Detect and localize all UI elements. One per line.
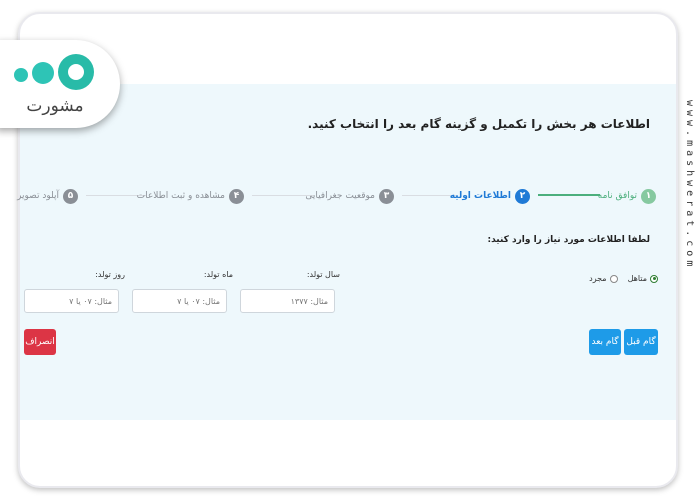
birth-year-label: سال تولد:: [306, 270, 340, 279]
step-number: ۳: [379, 188, 394, 204]
step-review[interactable]: ۴ مشاهده و ثبت اطلاعات: [137, 186, 244, 206]
step-label: آپلود تصویر: [17, 191, 59, 201]
radio-married[interactable]: متاهل: [628, 274, 658, 283]
logo-dot-small: [14, 68, 28, 82]
logo-text: مشورت: [26, 96, 84, 116]
step-number: ۴: [229, 188, 244, 204]
content-panel: [20, 84, 676, 420]
radio-selected-icon[interactable]: [650, 274, 658, 283]
radio-single[interactable]: مجرد: [589, 274, 618, 283]
watermark: www.mashwerat.com: [684, 100, 695, 271]
step-label: توافق نامه: [597, 191, 637, 201]
step-label: مشاهده و ثبت اطلاعات: [136, 191, 225, 201]
step-number: ۵: [63, 188, 78, 204]
radio-empty-icon[interactable]: [609, 274, 618, 283]
step-label: اطلاعات اولیه: [449, 191, 511, 201]
step-label: موقعیت جغرافیایی: [305, 191, 375, 201]
stepper-line-1: [538, 194, 600, 196]
prev-step-button[interactable]: گام قبل: [624, 329, 658, 355]
radio-label: مجرد: [589, 274, 607, 283]
logo-dot-medium: [32, 62, 54, 84]
radio-label: متاهل: [627, 274, 647, 283]
step-number: ۲: [515, 188, 530, 204]
step-agreement[interactable]: ۱ توافق نامه: [598, 186, 656, 206]
birth-month-input[interactable]: [132, 289, 227, 313]
birth-year-input[interactable]: [240, 289, 335, 313]
birth-day-input[interactable]: [24, 289, 119, 313]
birth-day-label: روز تولد:: [95, 270, 125, 279]
logo-ring: [58, 54, 94, 90]
step-upload[interactable]: ۵ آپلود تصویر: [17, 186, 78, 206]
marital-status-group: متاهل مجرد: [589, 274, 658, 283]
step-basic-info[interactable]: ۲ اطلاعات اولیه: [450, 186, 530, 206]
logo: مشورت: [0, 40, 120, 128]
next-step-button[interactable]: گام بعد: [589, 329, 621, 355]
step-location[interactable]: ۳ موقعیت جغرافیایی: [305, 186, 394, 206]
stepper-line-2: [402, 195, 456, 196]
form-instruction: لطفا اطلاعات مورد نیاز را وارد کنید:: [487, 235, 650, 245]
birth-month-label: ماه تولد:: [203, 270, 233, 279]
step-number: ۱: [641, 188, 656, 204]
page-heading: اطلاعات هر بخش را تکمیل و گزینه گام بعد …: [307, 117, 650, 131]
cancel-button[interactable]: انصراف: [24, 329, 56, 355]
